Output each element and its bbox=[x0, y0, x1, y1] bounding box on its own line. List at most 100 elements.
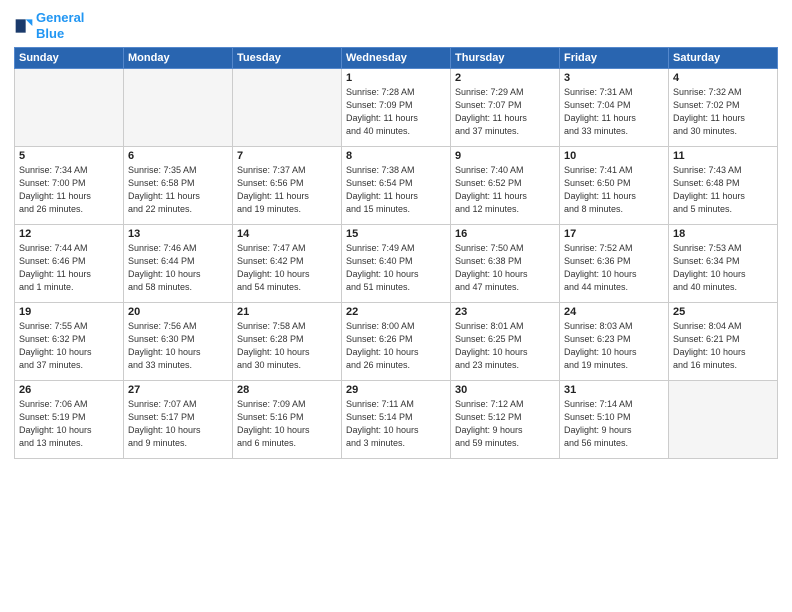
calendar-header-monday: Monday bbox=[124, 48, 233, 69]
calendar-cell: 10 Sunrise: 7:41 AM Sunset: 6:50 PM Dayli… bbox=[560, 147, 669, 225]
calendar-week-row: 26 Sunrise: 7:06 AM Sunset: 5:19 PM Dayli… bbox=[15, 381, 778, 459]
day-info: Sunrise: 7:31 AM Sunset: 7:04 PM Dayligh… bbox=[564, 86, 664, 138]
calendar-header-thursday: Thursday bbox=[451, 48, 560, 69]
day-number: 16 bbox=[455, 228, 555, 240]
logo-icon bbox=[14, 16, 34, 36]
calendar-header-friday: Friday bbox=[560, 48, 669, 69]
day-number: 26 bbox=[19, 384, 119, 396]
day-number: 31 bbox=[564, 384, 664, 396]
calendar-cell: 18 Sunrise: 7:53 AM Sunset: 6:34 PM Dayli… bbox=[669, 225, 778, 303]
day-number: 23 bbox=[455, 306, 555, 318]
calendar-cell: 12 Sunrise: 7:44 AM Sunset: 6:46 PM Dayli… bbox=[15, 225, 124, 303]
day-number: 3 bbox=[564, 72, 664, 84]
day-info: Sunrise: 7:53 AM Sunset: 6:34 PM Dayligh… bbox=[673, 242, 773, 294]
calendar-cell: 27 Sunrise: 7:07 AM Sunset: 5:17 PM Dayli… bbox=[124, 381, 233, 459]
day-info: Sunrise: 7:07 AM Sunset: 5:17 PM Dayligh… bbox=[128, 398, 228, 450]
day-info: Sunrise: 7:37 AM Sunset: 6:56 PM Dayligh… bbox=[237, 164, 337, 216]
day-info: Sunrise: 7:40 AM Sunset: 6:52 PM Dayligh… bbox=[455, 164, 555, 216]
calendar-cell: 28 Sunrise: 7:09 AM Sunset: 5:16 PM Dayli… bbox=[233, 381, 342, 459]
calendar-cell: 7 Sunrise: 7:37 AM Sunset: 6:56 PM Daylig… bbox=[233, 147, 342, 225]
calendar-cell bbox=[15, 69, 124, 147]
day-number: 2 bbox=[455, 72, 555, 84]
calendar-cell: 15 Sunrise: 7:49 AM Sunset: 6:40 PM Dayli… bbox=[342, 225, 451, 303]
calendar-cell: 20 Sunrise: 7:56 AM Sunset: 6:30 PM Dayli… bbox=[124, 303, 233, 381]
calendar-week-row: 19 Sunrise: 7:55 AM Sunset: 6:32 PM Dayli… bbox=[15, 303, 778, 381]
calendar-cell: 3 Sunrise: 7:31 AM Sunset: 7:04 PM Daylig… bbox=[560, 69, 669, 147]
day-number: 19 bbox=[19, 306, 119, 318]
calendar-cell: 23Sunrise: 8:01 AM Sunset: 6:25 PM Dayli… bbox=[451, 303, 560, 381]
logo-text: General Blue bbox=[36, 10, 84, 41]
calendar-week-row: 12 Sunrise: 7:44 AM Sunset: 6:46 PM Dayli… bbox=[15, 225, 778, 303]
day-number: 12 bbox=[19, 228, 119, 240]
day-info: Sunrise: 7:11 AM Sunset: 5:14 PM Dayligh… bbox=[346, 398, 446, 450]
calendar-cell: 25 Sunrise: 8:04 AM Sunset: 6:21 PM Dayli… bbox=[669, 303, 778, 381]
day-number: 8 bbox=[346, 150, 446, 162]
day-info: Sunrise: 7:41 AM Sunset: 6:50 PM Dayligh… bbox=[564, 164, 664, 216]
calendar-header-saturday: Saturday bbox=[669, 48, 778, 69]
calendar-cell: 24 Sunrise: 8:03 AM Sunset: 6:23 PM Dayli… bbox=[560, 303, 669, 381]
day-info: Sunrise: 7:06 AM Sunset: 5:19 PM Dayligh… bbox=[19, 398, 119, 450]
calendar-cell: 26 Sunrise: 7:06 AM Sunset: 5:19 PM Dayli… bbox=[15, 381, 124, 459]
day-info: Sunrise: 7:35 AM Sunset: 6:58 PM Dayligh… bbox=[128, 164, 228, 216]
calendar-cell: 22 Sunrise: 8:00 AM Sunset: 6:26 PM Dayli… bbox=[342, 303, 451, 381]
calendar-cell: 30Sunrise: 7:12 AM Sunset: 5:12 PM Dayli… bbox=[451, 381, 560, 459]
calendar-cell: 21Sunrise: 7:58 AM Sunset: 6:28 PM Dayli… bbox=[233, 303, 342, 381]
day-number: 20 bbox=[128, 306, 228, 318]
day-info: Sunrise: 8:03 AM Sunset: 6:23 PM Dayligh… bbox=[564, 320, 664, 372]
day-number: 5 bbox=[19, 150, 119, 162]
day-number: 27 bbox=[128, 384, 228, 396]
day-info: Sunrise: 7:49 AM Sunset: 6:40 PM Dayligh… bbox=[346, 242, 446, 294]
calendar-cell: 9 Sunrise: 7:40 AM Sunset: 6:52 PM Daylig… bbox=[451, 147, 560, 225]
calendar-cell: 16 Sunrise: 7:50 AM Sunset: 6:38 PM Dayli… bbox=[451, 225, 560, 303]
page: General Blue SundayMondayTuesdayWednesda… bbox=[0, 0, 792, 612]
day-number: 4 bbox=[673, 72, 773, 84]
calendar-header-row: SundayMondayTuesdayWednesdayThursdayFrid… bbox=[15, 48, 778, 69]
day-info: Sunrise: 7:28 AM Sunset: 7:09 PM Dayligh… bbox=[346, 86, 446, 138]
day-info: Sunrise: 8:04 AM Sunset: 6:21 PM Dayligh… bbox=[673, 320, 773, 372]
day-number: 1 bbox=[346, 72, 446, 84]
calendar-table: SundayMondayTuesdayWednesdayThursdayFrid… bbox=[14, 47, 778, 459]
day-info: Sunrise: 7:50 AM Sunset: 6:38 PM Dayligh… bbox=[455, 242, 555, 294]
calendar-cell: 17 Sunrise: 7:52 AM Sunset: 6:36 PM Dayli… bbox=[560, 225, 669, 303]
calendar-cell: 11 Sunrise: 7:43 AM Sunset: 6:48 PM Dayli… bbox=[669, 147, 778, 225]
calendar-cell bbox=[124, 69, 233, 147]
calendar-cell: 1 Sunrise: 7:28 AM Sunset: 7:09 PM Daylig… bbox=[342, 69, 451, 147]
day-number: 18 bbox=[673, 228, 773, 240]
day-number: 29 bbox=[346, 384, 446, 396]
day-number: 22 bbox=[346, 306, 446, 318]
calendar-week-row: 5Sunrise: 7:34 AM Sunset: 7:00 PM Daylig… bbox=[15, 147, 778, 225]
day-info: Sunrise: 7:56 AM Sunset: 6:30 PM Dayligh… bbox=[128, 320, 228, 372]
day-info: Sunrise: 7:47 AM Sunset: 6:42 PM Dayligh… bbox=[237, 242, 337, 294]
calendar-cell: 31Sunrise: 7:14 AM Sunset: 5:10 PM Dayli… bbox=[560, 381, 669, 459]
day-number: 7 bbox=[237, 150, 337, 162]
header: General Blue bbox=[14, 10, 778, 41]
calendar-cell bbox=[233, 69, 342, 147]
logo: General Blue bbox=[14, 10, 84, 41]
calendar-cell: 8 Sunrise: 7:38 AM Sunset: 6:54 PM Daylig… bbox=[342, 147, 451, 225]
day-number: 17 bbox=[564, 228, 664, 240]
day-info: Sunrise: 7:09 AM Sunset: 5:16 PM Dayligh… bbox=[237, 398, 337, 450]
day-number: 10 bbox=[564, 150, 664, 162]
day-info: Sunrise: 8:00 AM Sunset: 6:26 PM Dayligh… bbox=[346, 320, 446, 372]
day-info: Sunrise: 7:52 AM Sunset: 6:36 PM Dayligh… bbox=[564, 242, 664, 294]
calendar-cell: 5Sunrise: 7:34 AM Sunset: 7:00 PM Daylig… bbox=[15, 147, 124, 225]
day-number: 28 bbox=[237, 384, 337, 396]
day-number: 11 bbox=[673, 150, 773, 162]
day-number: 25 bbox=[673, 306, 773, 318]
day-number: 9 bbox=[455, 150, 555, 162]
calendar-cell: 19 Sunrise: 7:55 AM Sunset: 6:32 PM Dayli… bbox=[15, 303, 124, 381]
calendar-cell: 6Sunrise: 7:35 AM Sunset: 6:58 PM Daylig… bbox=[124, 147, 233, 225]
day-number: 21 bbox=[237, 306, 337, 318]
day-info: Sunrise: 7:55 AM Sunset: 6:32 PM Dayligh… bbox=[19, 320, 119, 372]
day-info: Sunrise: 7:44 AM Sunset: 6:46 PM Dayligh… bbox=[19, 242, 119, 294]
calendar-cell: 14 Sunrise: 7:47 AM Sunset: 6:42 PM Dayli… bbox=[233, 225, 342, 303]
day-info: Sunrise: 7:38 AM Sunset: 6:54 PM Dayligh… bbox=[346, 164, 446, 216]
calendar-header-sunday: Sunday bbox=[15, 48, 124, 69]
calendar-header-tuesday: Tuesday bbox=[233, 48, 342, 69]
day-number: 14 bbox=[237, 228, 337, 240]
calendar-cell: 29 Sunrise: 7:11 AM Sunset: 5:14 PM Dayli… bbox=[342, 381, 451, 459]
calendar-cell bbox=[669, 381, 778, 459]
day-number: 15 bbox=[346, 228, 446, 240]
day-info: Sunrise: 7:43 AM Sunset: 6:48 PM Dayligh… bbox=[673, 164, 773, 216]
day-number: 24 bbox=[564, 306, 664, 318]
